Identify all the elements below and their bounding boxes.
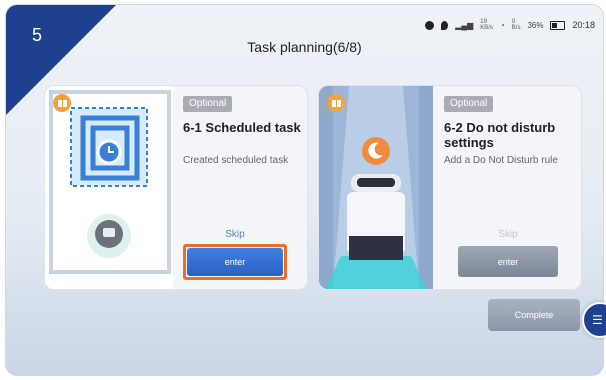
skip-link[interactable]: Skip <box>458 229 558 240</box>
card-description: Created scheduled task <box>183 155 289 166</box>
do-not-disturb-illustration <box>319 86 433 289</box>
signal-icon: ▂▄▆ <box>455 20 474 30</box>
page-title: Task planning(6/8) <box>247 39 362 55</box>
status-bar: ▂▄▆ 19 KB/s ◔ 0 B/s 36% 20:18 <box>425 19 595 31</box>
app-circle-icon <box>425 20 435 30</box>
menu-icon: ☰ <box>592 313 603 327</box>
wifi-icon: ◔ <box>499 20 505 30</box>
tablet-screen: 5 ▂▄▆ 19 KB/s ◔ 0 B/s 36% 20:18 Task plann… <box>5 4 604 376</box>
book-icon <box>53 94 71 112</box>
wifi-speed: 0 B/s <box>512 19 521 31</box>
signal-speed: 19 KB/s <box>480 19 493 31</box>
signal-speed-unit: KB/s <box>480 25 493 31</box>
enter-button[interactable]: enter <box>458 246 558 277</box>
enter-button[interactable]: enter <box>187 248 283 276</box>
card-description: Add a Do Not Disturb rule <box>444 155 558 166</box>
card-title: 6-2 Do not disturb settings <box>444 120 556 150</box>
battery-icon <box>550 20 566 30</box>
scheduled-task-illustration <box>45 86 173 289</box>
skip-link[interactable]: Skip <box>185 229 285 240</box>
card-title: 6-1 Scheduled task <box>183 120 301 135</box>
optional-tag: Optional <box>444 96 494 112</box>
clock-time: 20:18 <box>572 20 595 30</box>
do-not-disturb-card: Optional 6-2 Do not disturb settings Add… <box>318 85 582 290</box>
battery-percent: 36% <box>527 20 544 30</box>
scheduled-task-card: Optional 6-1 Scheduled task Created sche… <box>44 85 308 290</box>
complete-button[interactable]: Complete <box>488 299 580 331</box>
location-icon <box>441 20 449 30</box>
book-icon <box>327 94 345 112</box>
optional-tag: Optional <box>183 96 233 112</box>
wifi-speed-unit: B/s <box>511 25 521 31</box>
